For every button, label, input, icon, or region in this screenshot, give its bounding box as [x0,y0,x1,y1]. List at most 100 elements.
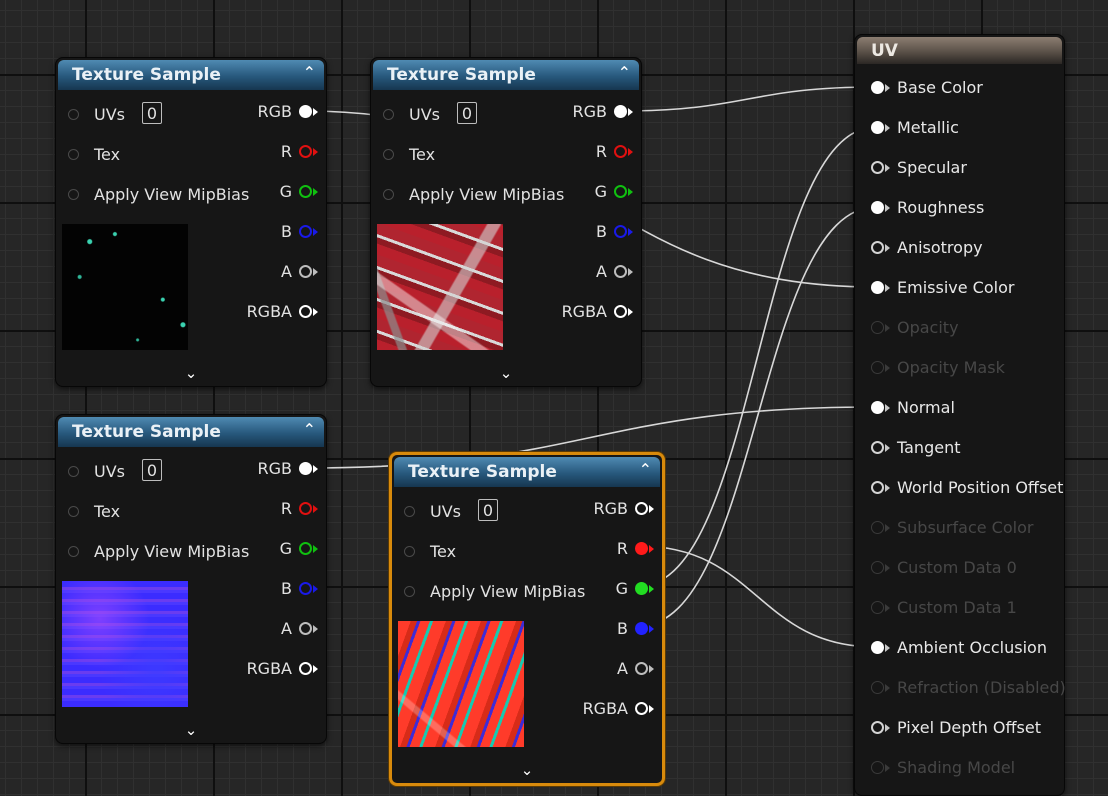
material-node-header[interactable]: UV [857,37,1062,64]
output-pin-icon[interactable] [635,582,648,595]
texture-sample-node[interactable]: Texture Sample ⌃ UVs 0 Tex Apply View MipBias… [389,452,665,786]
output-pin-icon[interactable] [299,105,312,118]
output-pin-icon[interactable] [614,225,627,238]
output-pin-icon[interactable] [299,185,312,198]
output-pin-icon[interactable] [635,702,648,715]
output-pin-icon[interactable] [299,145,312,158]
pin-arrow-icon [885,404,890,412]
uv-index-field[interactable]: 0 [142,102,162,124]
output-pin-icon[interactable] [614,265,627,278]
material-pin-icon[interactable] [871,441,884,454]
material-pin-icon[interactable] [871,481,884,494]
output-pin-icon[interactable] [614,105,627,118]
output-pin-label: B [281,222,292,241]
input-pin-icon[interactable] [404,586,415,597]
input-pin-label: UVs [409,105,440,124]
material-pin-label: Custom Data 1 [897,598,1017,617]
input-pin-icon[interactable] [68,189,79,200]
output-pin-icon[interactable] [299,622,312,635]
connection-wire[interactable] [638,545,877,648]
input-pin-icon[interactable] [68,466,79,477]
pin-arrow-icon [313,465,318,473]
texture-sample-node[interactable]: Texture Sample ⌃ UVs 0 Tex Apply View MipBias… [370,57,642,387]
output-pin-icon[interactable] [614,145,627,158]
connection-wire[interactable] [619,86,877,112]
material-pin-icon[interactable] [871,401,884,414]
output-pin-label: A [281,619,292,638]
output-pin-label: RGB [593,499,629,518]
chevron-up-icon[interactable]: ⌃ [303,420,316,439]
node-header[interactable]: Texture Sample ⌃ [58,60,324,90]
material-pin-label: Custom Data 0 [897,558,1017,577]
output-pin-icon[interactable] [299,462,312,475]
output-pin-label: G [594,182,607,201]
node-header[interactable]: Texture Sample ⌃ [394,457,660,487]
output-pin-icon[interactable] [635,542,648,555]
material-pin-icon[interactable] [871,641,884,654]
output-pin-label: R [280,499,292,518]
output-pin-icon[interactable] [635,622,648,635]
output-pin-icon[interactable] [635,502,648,515]
material-pin-label: Emissive Color [897,278,1015,297]
input-pin-icon[interactable] [383,149,394,160]
chevron-up-icon[interactable]: ⌃ [303,63,316,82]
material-pin-icon[interactable] [871,161,884,174]
uv-index-field[interactable]: 0 [457,102,477,124]
node-header[interactable]: Texture Sample ⌃ [373,60,639,90]
input-pin-icon[interactable] [404,546,415,557]
material-pin-icon[interactable] [871,281,884,294]
input-pin-icon[interactable] [383,189,394,200]
material-pin-label: Ambient Occlusion [897,638,1047,657]
output-pin-label: RGB [257,102,293,121]
uv-index-field[interactable]: 0 [478,499,498,521]
node-header[interactable]: Texture Sample ⌃ [58,417,324,447]
connection-wire[interactable] [638,206,877,627]
material-pin-icon[interactable] [871,721,884,734]
material-pin-icon[interactable] [871,241,884,254]
output-pin-icon[interactable] [299,305,312,318]
output-pin-icon[interactable] [614,185,627,198]
material-pin-icon[interactable] [871,201,884,214]
output-pin-label: G [615,579,628,598]
chevron-up-icon[interactable]: ⌃ [639,460,652,479]
pin-arrow-icon [313,505,318,513]
material-pin-icon[interactable] [871,121,884,134]
chevron-down-icon[interactable]: ⌄ [392,761,662,779]
texture-sample-node[interactable]: Texture Sample ⌃ UVs 0 Tex Apply View MipBias… [55,57,327,387]
input-pin-icon[interactable] [68,546,79,557]
output-pin-icon[interactable] [299,265,312,278]
uv-index-field[interactable]: 0 [142,459,162,481]
material-pin-label: Specular [897,158,967,177]
output-pin-icon[interactable] [614,305,627,318]
texture-sample-node[interactable]: Texture Sample ⌃ UVs 0 Tex Apply View MipBias… [55,414,327,744]
pin-arrow-icon [885,84,890,92]
output-pin-icon[interactable] [299,582,312,595]
output-pin-icon[interactable] [635,662,648,675]
input-pin-icon[interactable] [404,506,415,517]
input-pin-icon[interactable] [68,109,79,120]
output-pin-icon[interactable] [299,542,312,555]
chevron-down-icon[interactable]: ⌄ [371,364,641,382]
output-pin-label: B [596,222,607,241]
pin-arrow-icon [649,585,654,593]
output-pin-label: RGB [572,102,608,121]
node-title: Texture Sample [408,462,557,482]
pin-arrow-icon [649,665,654,673]
pin-arrow-icon [885,444,890,452]
chevron-down-icon[interactable]: ⌄ [56,364,326,382]
output-pin-icon[interactable] [299,662,312,675]
output-pin-icon[interactable] [299,225,312,238]
material-pin-icon[interactable] [871,81,884,94]
material-pin-label: Anisotropy [897,238,983,257]
input-pin-icon[interactable] [68,149,79,160]
pin-arrow-icon [885,564,890,572]
input-pin-icon[interactable] [68,506,79,517]
chevron-down-icon[interactable]: ⌄ [56,721,326,739]
input-pin-icon[interactable] [383,109,394,120]
material-output-node[interactable]: UV Base Color Metallic Specular Roughness Ani… [854,34,1066,796]
output-pin-icon[interactable] [299,502,312,515]
input-pin-label: Apply View MipBias [94,542,250,561]
connection-wire[interactable] [638,126,877,587]
output-pin-label: B [617,619,628,638]
chevron-up-icon[interactable]: ⌃ [618,63,631,82]
